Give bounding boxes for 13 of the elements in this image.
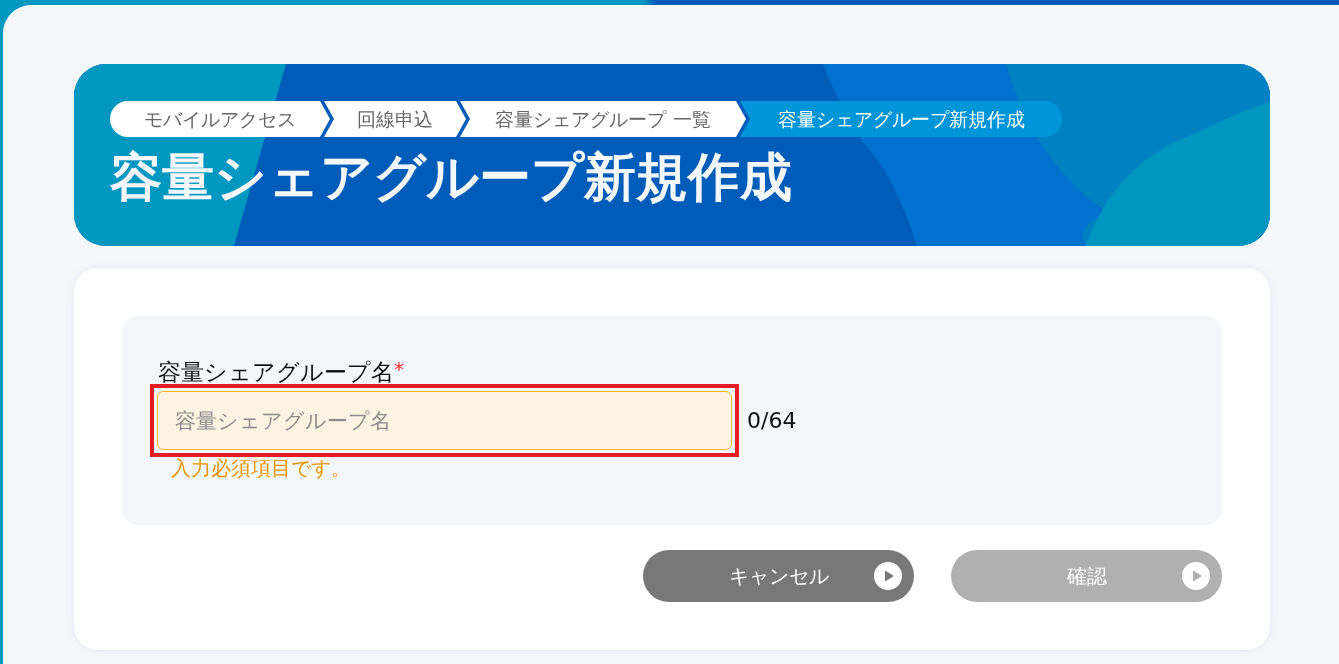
required-asterisk: * — [394, 360, 404, 378]
group-name-input[interactable]: 容量シェアグループ名 — [157, 391, 732, 450]
cancel-button[interactable]: キャンセル — [643, 550, 914, 602]
breadcrumb-link[interactable]: 回線申込 — [324, 101, 466, 137]
field-label: 容量シェアグループ名 — [158, 360, 394, 384]
breadcrumb-link[interactable]: 容量シェアグループ新規作成 — [740, 101, 1062, 137]
breadcrumb-link[interactable]: モバイルアクセス — [110, 101, 330, 137]
error-message: 入力必須項目です。 — [171, 457, 351, 479]
character-counter: 0/64 — [747, 407, 797, 435]
page-title: 容量シェアグループ新規作成 — [110, 146, 792, 209]
breadcrumb-link[interactable]: 容量シェアグループ 一覧 — [460, 101, 746, 137]
play-circle-icon — [874, 562, 902, 590]
play-circle-icon — [1182, 562, 1210, 590]
